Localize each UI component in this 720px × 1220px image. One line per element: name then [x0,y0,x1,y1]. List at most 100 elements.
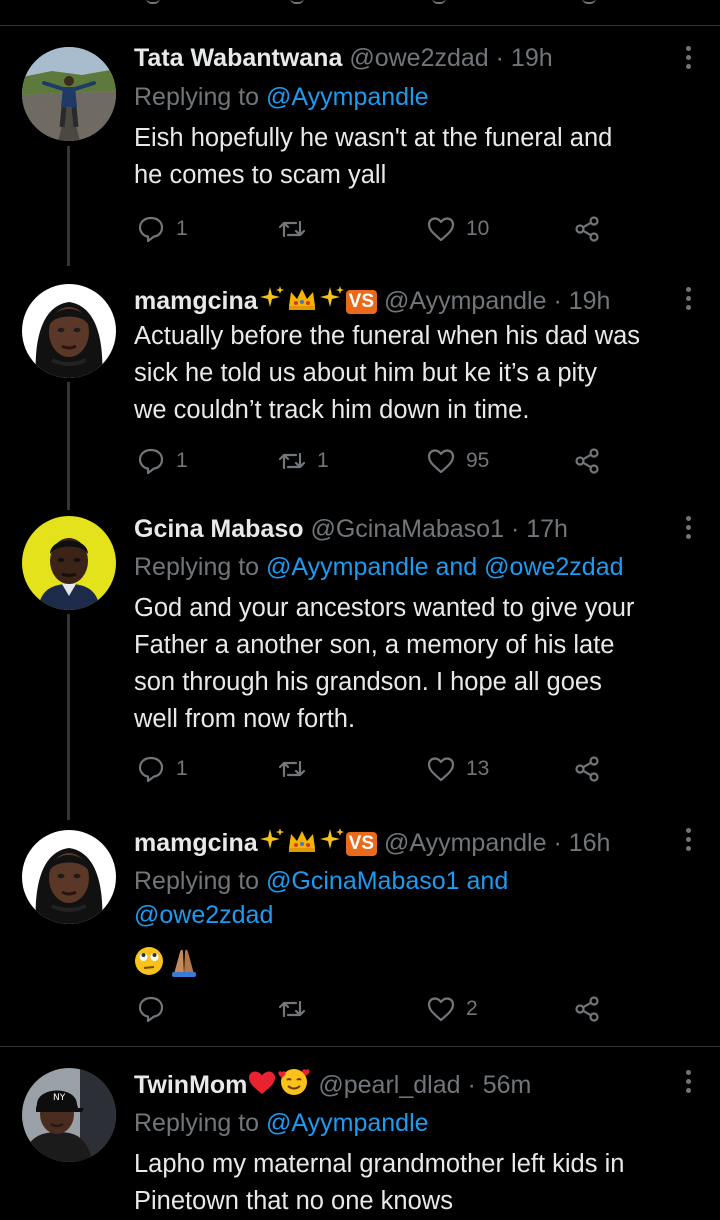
replying-to-label: Replying to [134,83,260,111]
replying-to: Replying to @GcinaMabaso1 and @owe2zdad [134,864,700,932]
retweet-button[interactable] [277,752,317,786]
share-button[interactable] [572,212,602,246]
mention-link[interactable]: @Ayympandle [266,1109,429,1137]
mention-link[interactable]: @Ayympandle [266,83,429,111]
tweet-text-line: sick he told us about him but ke it’s a … [134,359,598,387]
avatar[interactable] [22,284,116,378]
tweet-text: Actually before the funeral when his dad… [134,318,702,429]
avatar[interactable]: NY [22,1068,116,1162]
avatar[interactable] [22,47,116,141]
share-button[interactable] [572,752,602,786]
like-button[interactable]: 95 [426,444,489,478]
like-button[interactable]: 2 [426,992,478,1026]
heart-icon [427,997,455,1022]
thread-line [67,614,70,820]
svg-text:NY: NY [53,1093,66,1103]
reply-count: 1 [176,757,188,780]
display-name[interactable]: Gcina Mabaso [134,515,304,543]
like-count: 2 [466,997,478,1020]
mention-link[interactable]: @owe2zdad [134,901,273,929]
thread-line [67,146,70,266]
share-icon [575,996,599,1022]
tweet-emoji-body [134,944,214,978]
sparkles-icon [318,284,346,321]
mention-link[interactable]: @GcinaMabaso1 [266,867,460,895]
like-button[interactable]: 13 [426,752,489,786]
red-heart-icon [247,1068,277,1105]
tweet[interactable]: mamgcina VS @Ayympandle · 16h Replying to… [0,820,720,1045]
reply-button[interactable]: 1 [136,752,188,786]
timestamp[interactable]: · 19h [553,287,610,315]
tweet[interactable]: Tata Wabantwana @owe2zdad · 19h Replying… [0,0,720,270]
tweet-header: Tata Wabantwana @owe2zdad · 19h [134,41,680,75]
timestamp[interactable]: · 56m [467,1071,531,1099]
mention-link[interactable]: @owe2zdad [484,553,623,581]
sparkles-icon [258,826,286,863]
avatar[interactable] [22,830,116,924]
retweet-button[interactable] [277,212,317,246]
avatar[interactable] [22,516,116,610]
retweet-icon [278,1000,306,1018]
retweet-button[interactable]: 1 [277,444,329,478]
sparkles-icon [318,826,346,863]
replying-to: Replying to @Ayympandle [134,80,700,114]
replying-to-label: Replying to [134,1109,260,1137]
reply-button[interactable] [136,992,176,1026]
tweet-text-line: son through his grandson. I hope all goe… [134,668,602,696]
share-button[interactable] [572,992,602,1026]
replying-to-label: Replying to [134,867,260,895]
thread-line [67,382,70,510]
more-options-icon[interactable] [684,46,692,74]
tweet-text-line: Actually before the funeral when his dad… [134,322,641,350]
tweet-text-line: Pinetown that no one knows [134,1187,453,1215]
tweet-header: Gcina Mabaso @GcinaMabaso1 · 17h [134,512,680,546]
vs-badge: VS [345,290,378,314]
tweet[interactable]: Gcina Mabaso @GcinaMabaso1 · 17h Replyin… [0,510,720,820]
share-button[interactable] [572,444,602,478]
sparkles-icon [258,284,286,321]
reply-button[interactable]: 1 [136,212,188,246]
more-options-icon[interactable] [684,1070,692,1098]
handle[interactable]: @pearl_dlad [318,1071,460,1099]
retweet-icon [278,452,306,470]
reply-button[interactable]: 1 [136,444,188,478]
handle[interactable]: @owe2zdad [349,44,488,72]
like-button[interactable]: 10 [426,212,489,246]
smiling-face-with-hearts-icon [277,1066,311,1105]
tweet-text-line: well from now forth. [134,705,356,733]
tweet-text-line: we couldn’t track him down in time. [134,396,530,424]
mention-link[interactable]: @Ayympandle [266,553,429,581]
display-name[interactable]: Tata Wabantwana [134,44,342,72]
display-name[interactable]: mamgcina [134,287,258,315]
replying-and: and [435,553,478,581]
tweet-header: mamgcina VS @Ayympandle · 19h [134,284,680,321]
reply-icon [138,756,164,783]
reply-icon [138,448,164,475]
tweet-text: Lapho my maternal grandmother left kids … [134,1146,702,1220]
heart-icon [427,449,455,474]
handle[interactable]: @Ayympandle [384,829,547,857]
tweet-text-line: Lapho my maternal grandmother left kids … [134,1150,625,1178]
retweet-count: 1 [317,449,329,472]
tweet[interactable]: NY TwinMom @pearl_dlad · 56m Replying to… [0,1046,720,1220]
replying-to-label: Replying to [134,553,260,581]
share-icon [575,216,599,242]
tweet-text: God and your ancestors wanted to give yo… [134,590,702,738]
more-options-icon[interactable] [684,287,692,315]
more-options-icon[interactable] [684,828,692,856]
timestamp[interactable]: · 17h [511,515,568,543]
timestamp[interactable]: · 19h [496,44,553,72]
like-count: 95 [466,449,490,472]
tweet[interactable]: mamgcina VS @Ayympandle · 19h Actually be… [0,270,720,510]
timestamp[interactable]: · 16h [553,829,610,857]
share-icon [575,756,599,782]
replying-to: Replying to @Ayympandle and @owe2zdad [134,550,700,584]
retweet-icon [278,220,306,238]
retweet-button[interactable] [277,992,317,1026]
handle[interactable]: @Ayympandle [384,287,547,315]
display-name[interactable]: TwinMom [134,1071,247,1099]
handle[interactable]: @GcinaMabaso1 [310,515,504,543]
display-name[interactable]: mamgcina [134,829,258,857]
vs-badge: VS [345,832,378,856]
more-options-icon[interactable] [684,516,692,544]
